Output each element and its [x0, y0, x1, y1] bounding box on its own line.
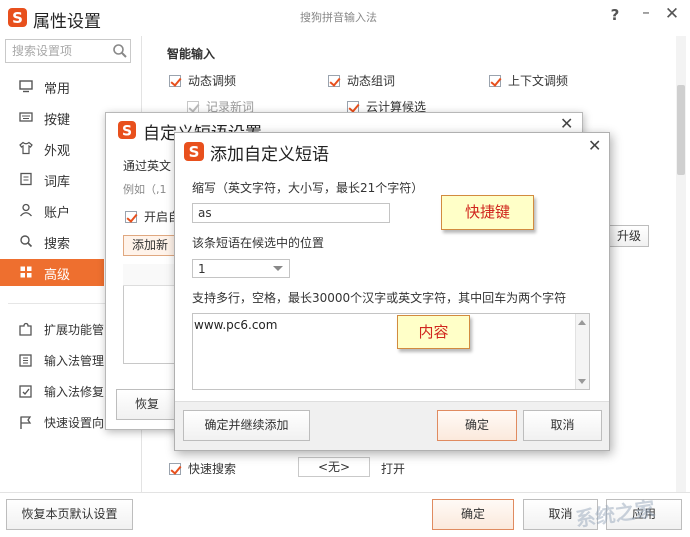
app-name: 搜狗拼音输入法 [300, 11, 377, 24]
magnifier-icon [20, 235, 33, 248]
checkbox[interactable] [169, 74, 181, 87]
keyboard-icon [19, 112, 33, 122]
dialog-ok-button[interactable]: 确定 [437, 410, 517, 441]
search-input[interactable] [12, 43, 108, 59]
sidebar-item-label: 快速设置向 [44, 416, 105, 430]
monitor-icon [19, 80, 33, 93]
restore-button[interactable]: 恢复 [116, 389, 178, 420]
sidebar-item-label: 输入法管理 [44, 354, 105, 368]
checkbox[interactable] [187, 100, 199, 113]
dialog-title: 添加自定义短语 [210, 145, 329, 165]
sogou-logo-icon: S [184, 142, 204, 161]
shirt-icon [19, 141, 33, 155]
close-icon[interactable]: ✕ [588, 136, 601, 155]
svg-text:S: S [189, 143, 200, 161]
checkbox-label: 动态组词 [347, 74, 396, 88]
main-window-title: 属性设置 [33, 12, 101, 32]
sidebar-item-keys[interactable]: 按键 [0, 104, 104, 131]
checkbox[interactable] [328, 74, 340, 87]
scroll-up-icon[interactable] [578, 320, 586, 325]
checkbox-dynamic-words[interactable]: 动态组词 [328, 72, 395, 89]
dialog-description: 通过英文 [123, 159, 172, 173]
dictionary-icon [20, 172, 32, 186]
checkbox[interactable] [489, 74, 501, 87]
search-box[interactable] [5, 39, 131, 63]
sidebar-item-label: 输入法修复 [44, 385, 105, 399]
sidebar-item-appearance[interactable]: 外观 [0, 135, 104, 162]
sidebar-item-dictionary[interactable]: 词库 [0, 166, 104, 193]
sidebar-item-label: 按键 [44, 113, 71, 128]
close-icon[interactable]: ✕ [560, 114, 573, 133]
quick-search-open-label: 打开 [381, 462, 406, 476]
search-icon[interactable] [112, 43, 128, 59]
sidebar-item-label: 外观 [44, 144, 71, 159]
quick-search-hotkey-select[interactable]: <无> [298, 457, 370, 477]
repair-icon [19, 385, 32, 398]
abbreviation-label: 缩写（英文字符，大小写，最长21个字符） [192, 181, 424, 195]
restore-default-button[interactable]: 恢复本页默认设置 [6, 499, 133, 530]
sidebar-item-label: 词库 [44, 175, 71, 190]
checkbox-label: 动态调频 [188, 74, 237, 88]
chevron-down-icon[interactable] [273, 266, 283, 271]
content-label: 支持多行，空格，最长30000个汉字或英文字符，其中回车为两个字符 [192, 291, 567, 305]
phrase-list-header [123, 264, 175, 286]
checkbox-dynamic-freq[interactable]: 动态调频 [169, 72, 236, 89]
sidebar-item-account[interactable]: 账户 [0, 197, 104, 224]
annotation-content: 内容 [397, 315, 470, 349]
sidebar-item-label: 常用 [44, 82, 71, 97]
main-scrollbar-thumb[interactable] [677, 85, 685, 175]
checkbox-enable-custom-phrase[interactable]: 开启自 [125, 208, 180, 225]
position-label: 该条短语在候选中的位置 [192, 236, 325, 250]
checkbox[interactable] [125, 210, 137, 223]
puzzle-icon [19, 322, 32, 336]
user-icon [20, 203, 32, 217]
annotation-shortcut: 快捷键 [441, 195, 534, 230]
manager-icon [19, 354, 32, 367]
checkbox-quick-search[interactable]: 快速搜索 [169, 460, 236, 477]
help-icon[interactable]: ? [606, 6, 624, 24]
checkbox-label: 上下文调频 [508, 74, 569, 88]
textarea-scrollbar[interactable] [575, 314, 589, 389]
add-new-phrase-button[interactable]: 添加新 [123, 235, 177, 256]
section-heading: 智能输入 [167, 47, 216, 61]
dialog-example: 例如（,1 [123, 183, 167, 196]
sidebar-item-common[interactable]: 常用 [0, 73, 104, 100]
abbreviation-input[interactable] [192, 203, 390, 223]
checkbox[interactable] [347, 100, 359, 113]
sidebar-item-advanced[interactable]: 高级 [0, 259, 104, 286]
sidebar-item-label: 高级 [44, 268, 71, 283]
position-select-value: 1 [198, 262, 206, 276]
sidebar-item-label: 搜索 [44, 237, 71, 252]
sogou-logo-icon: S [118, 121, 136, 140]
flag-icon [20, 416, 32, 429]
checkbox-context-freq[interactable]: 上下文调频 [489, 72, 568, 89]
confirm-and-continue-button[interactable]: 确定并继续添加 [183, 410, 310, 441]
svg-text:S: S [12, 9, 23, 27]
minimize-icon[interactable]: – [637, 3, 655, 21]
sidebar-item-label: 账户 [44, 206, 71, 221]
svg-text:S: S [122, 124, 132, 140]
scroll-down-icon[interactable] [578, 379, 586, 384]
sidebar-item-search[interactable]: 搜索 [0, 228, 104, 255]
checkbox-label: 快速搜索 [188, 462, 237, 476]
content-text[interactable]: www.pc6.com [194, 318, 277, 332]
sidebar-item-label: 扩展功能管 [44, 323, 105, 337]
checkbox[interactable] [169, 462, 181, 475]
close-icon[interactable]: ✕ [663, 4, 681, 24]
upgrade-button[interactable]: 升级 [609, 225, 649, 247]
dialog-cancel-button[interactable]: 取消 [523, 410, 602, 441]
advanced-icon [20, 266, 32, 278]
main-ok-button[interactable]: 确定 [432, 499, 514, 530]
sogou-logo-icon: S [8, 8, 27, 27]
